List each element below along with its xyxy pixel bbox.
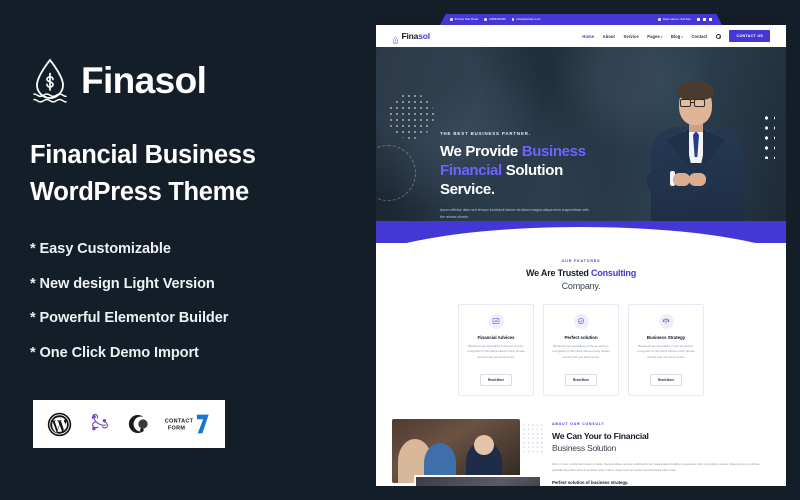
hero-paragraph: Ipsum efficitur diam sed tempor incididu…: [440, 208, 589, 219]
list-item: * One Click Demo Import: [30, 344, 199, 361]
dot-circle-decoration: [388, 93, 434, 139]
feature-card[interactable]: Business Strategy Business we specialize…: [628, 303, 704, 396]
read-more-button[interactable]: Read More: [479, 373, 513, 386]
hero-title: We Provide Business Financial Solution S…: [440, 143, 586, 199]
site-topbar: 64 Five Star Road +0000123456 info@domai…: [440, 14, 722, 25]
nav-item-about[interactable]: About: [603, 34, 615, 39]
website-mockup: 64 Five Star Road +0000123456 info@domai…: [376, 14, 786, 486]
technology-badges: CONTACT FORM: [33, 400, 225, 448]
facebook-icon[interactable]: [697, 18, 700, 21]
clock-icon: [658, 18, 661, 21]
nav-item-service[interactable]: Service: [624, 34, 639, 39]
elementor-icon: [125, 412, 149, 436]
hair: [677, 81, 714, 100]
contact-us-button[interactable]: CONTACT US: [729, 30, 770, 42]
features-title: We Are Trusted Consulting Company.: [525, 268, 637, 291]
dot-grid-decoration: [522, 422, 544, 453]
about-paragraph: Duis in cum ut felis fermentum mattis. S…: [552, 461, 760, 472]
feature-card-title: Business Strategy: [646, 334, 686, 340]
about-title: We Can Your to Financial Business Soluti…: [552, 430, 649, 454]
nav-item-home[interactable]: Home: [582, 34, 594, 39]
handshake-badge-icon: [573, 313, 589, 329]
features-eyebrow: OUR FEATURES: [561, 259, 601, 263]
headline-line-1: Financial Business: [30, 141, 256, 169]
topbar-address: 64 Five Star Road: [450, 18, 478, 21]
twitter-icon[interactable]: [703, 18, 706, 21]
navbar-menu: Home About Service Pages ▾ Blog ▾ Contac…: [582, 30, 770, 42]
wordpress-icon: [47, 412, 72, 437]
navbar-brand[interactable]: Finasol: [392, 31, 431, 44]
feature-card[interactable]: Perfect solution Business we specialize …: [543, 303, 619, 396]
headline-line-2: WordPress Theme: [30, 178, 249, 207]
person-head: [474, 434, 494, 455]
about-section: ABOUT OUR CONSULT We Can Your to Financi…: [376, 407, 786, 486]
feature-card[interactable]: Financial Advices Business we specialize…: [458, 303, 534, 396]
about-photo-primary: [392, 418, 520, 483]
chart-badge-icon: [488, 313, 504, 329]
topbar-hours: Open Hours: Sat-Sun: [658, 18, 691, 21]
navbar-brand-name: Finasol: [401, 31, 431, 41]
page-title: Financial Business WordPress Theme: [30, 137, 370, 211]
water-drop-dollar-icon: [30, 56, 70, 104]
search-icon[interactable]: [715, 33, 722, 39]
website-preview-panel: 64 Five Star Road +0000123456 info@domai…: [370, 0, 800, 500]
about-images: [392, 418, 544, 486]
feature-card-title: Financial Advices: [477, 334, 515, 340]
topbar-socials[interactable]: [697, 18, 712, 21]
eyeglass-left: [680, 99, 691, 107]
location-pin-icon: [450, 18, 453, 21]
dot-grid-decoration: [762, 113, 775, 159]
read-more-button[interactable]: Read More: [649, 373, 683, 386]
svg-text:CONTACT: CONTACT: [165, 418, 194, 424]
dashed-ring-decoration: [376, 145, 416, 201]
envelope-icon: [511, 18, 515, 21]
nav-item-contact[interactable]: Contact: [691, 34, 707, 39]
promo-banner: Finasol Financial Business WordPress The…: [0, 0, 800, 500]
hero-eyebrow: THE BEST BUSINESS PARTNER.: [440, 131, 531, 136]
chevron-down-icon: ▾: [680, 34, 683, 39]
balance-badge-icon: [658, 313, 674, 329]
water-drop-dollar-icon: [392, 32, 399, 44]
chevron-down-icon: ▾: [659, 34, 663, 39]
list-item: * Easy Customizable: [30, 241, 171, 258]
brand-lockup: Finasol: [30, 56, 370, 104]
nav-item-pages[interactable]: Pages ▾: [647, 34, 662, 39]
about-content: ABOUT OUR CONSULT We Can Your to Financi…: [552, 419, 770, 486]
svg-text:FORM: FORM: [168, 425, 185, 431]
feature-card-text: Business we specialize in the an end-to-…: [552, 343, 610, 359]
about-eyebrow: ABOUT OUR CONSULT: [552, 421, 605, 426]
hand-left: [673, 173, 690, 186]
topbar-wrapper: 64 Five Star Road +0000123456 info@domai…: [376, 14, 786, 25]
hero-businessman-photo: [611, 47, 786, 243]
contact-form-7-icon: CONTACT FORM: [164, 412, 211, 436]
about-subtitle: Perfect solution of business strategy.: [552, 479, 629, 485]
feature-card-text: Business we specialize in the an end-to-…: [637, 343, 695, 359]
eyeglass-right: [694, 99, 705, 107]
feature-card-title: Perfect solution: [564, 334, 598, 340]
list-item: * Powerful Elementor Builder: [30, 310, 229, 327]
eyeglass-bridge: [691, 102, 694, 104]
about-photo-secondary: [414, 474, 542, 486]
feature-list: * Easy Customizable * New design Light V…: [30, 241, 370, 362]
instagram-icon[interactable]: [709, 18, 712, 21]
read-more-button[interactable]: Read More: [564, 373, 598, 386]
hand-right: [689, 173, 706, 186]
topbar-email[interactable]: info@domain.com: [511, 18, 541, 21]
list-item: * New design Light Version: [30, 275, 215, 292]
features-section: OUR FEATURES We Are Trusted Consulting C…: [376, 243, 786, 408]
site-navbar: Finasol Home About Service Pages ▾ Blog …: [376, 25, 786, 47]
phone-icon: [484, 18, 487, 21]
redux-icon: [87, 412, 111, 436]
feature-cards: Financial Advices Business we specialize…: [376, 303, 786, 396]
topbar-phone[interactable]: +0000123456: [484, 18, 506, 21]
hero-section: THE BEST BUSINESS PARTNER. We Provide Bu…: [376, 47, 786, 243]
feature-card-text: Business we specialize in the an end-to-…: [467, 343, 525, 359]
purple-wave-divider: [376, 221, 786, 243]
brand-name: Finasol: [81, 59, 207, 101]
nav-item-blog[interactable]: Blog ▾: [671, 34, 683, 39]
left-info-panel: Finasol Financial Business WordPress The…: [0, 0, 370, 500]
